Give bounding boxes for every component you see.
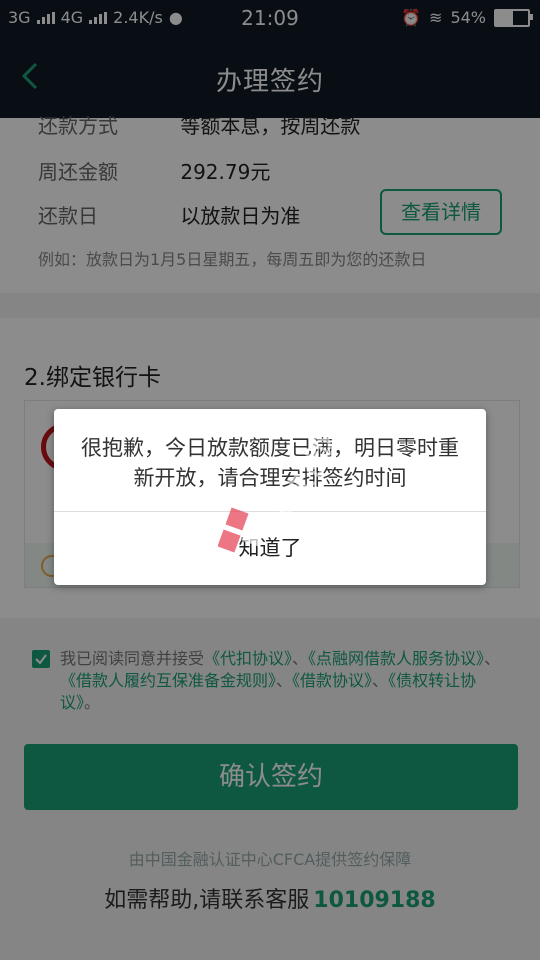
- watermark: 卡农社区: [210, 394, 350, 574]
- watermark-text: 卡农社区: [264, 419, 349, 533]
